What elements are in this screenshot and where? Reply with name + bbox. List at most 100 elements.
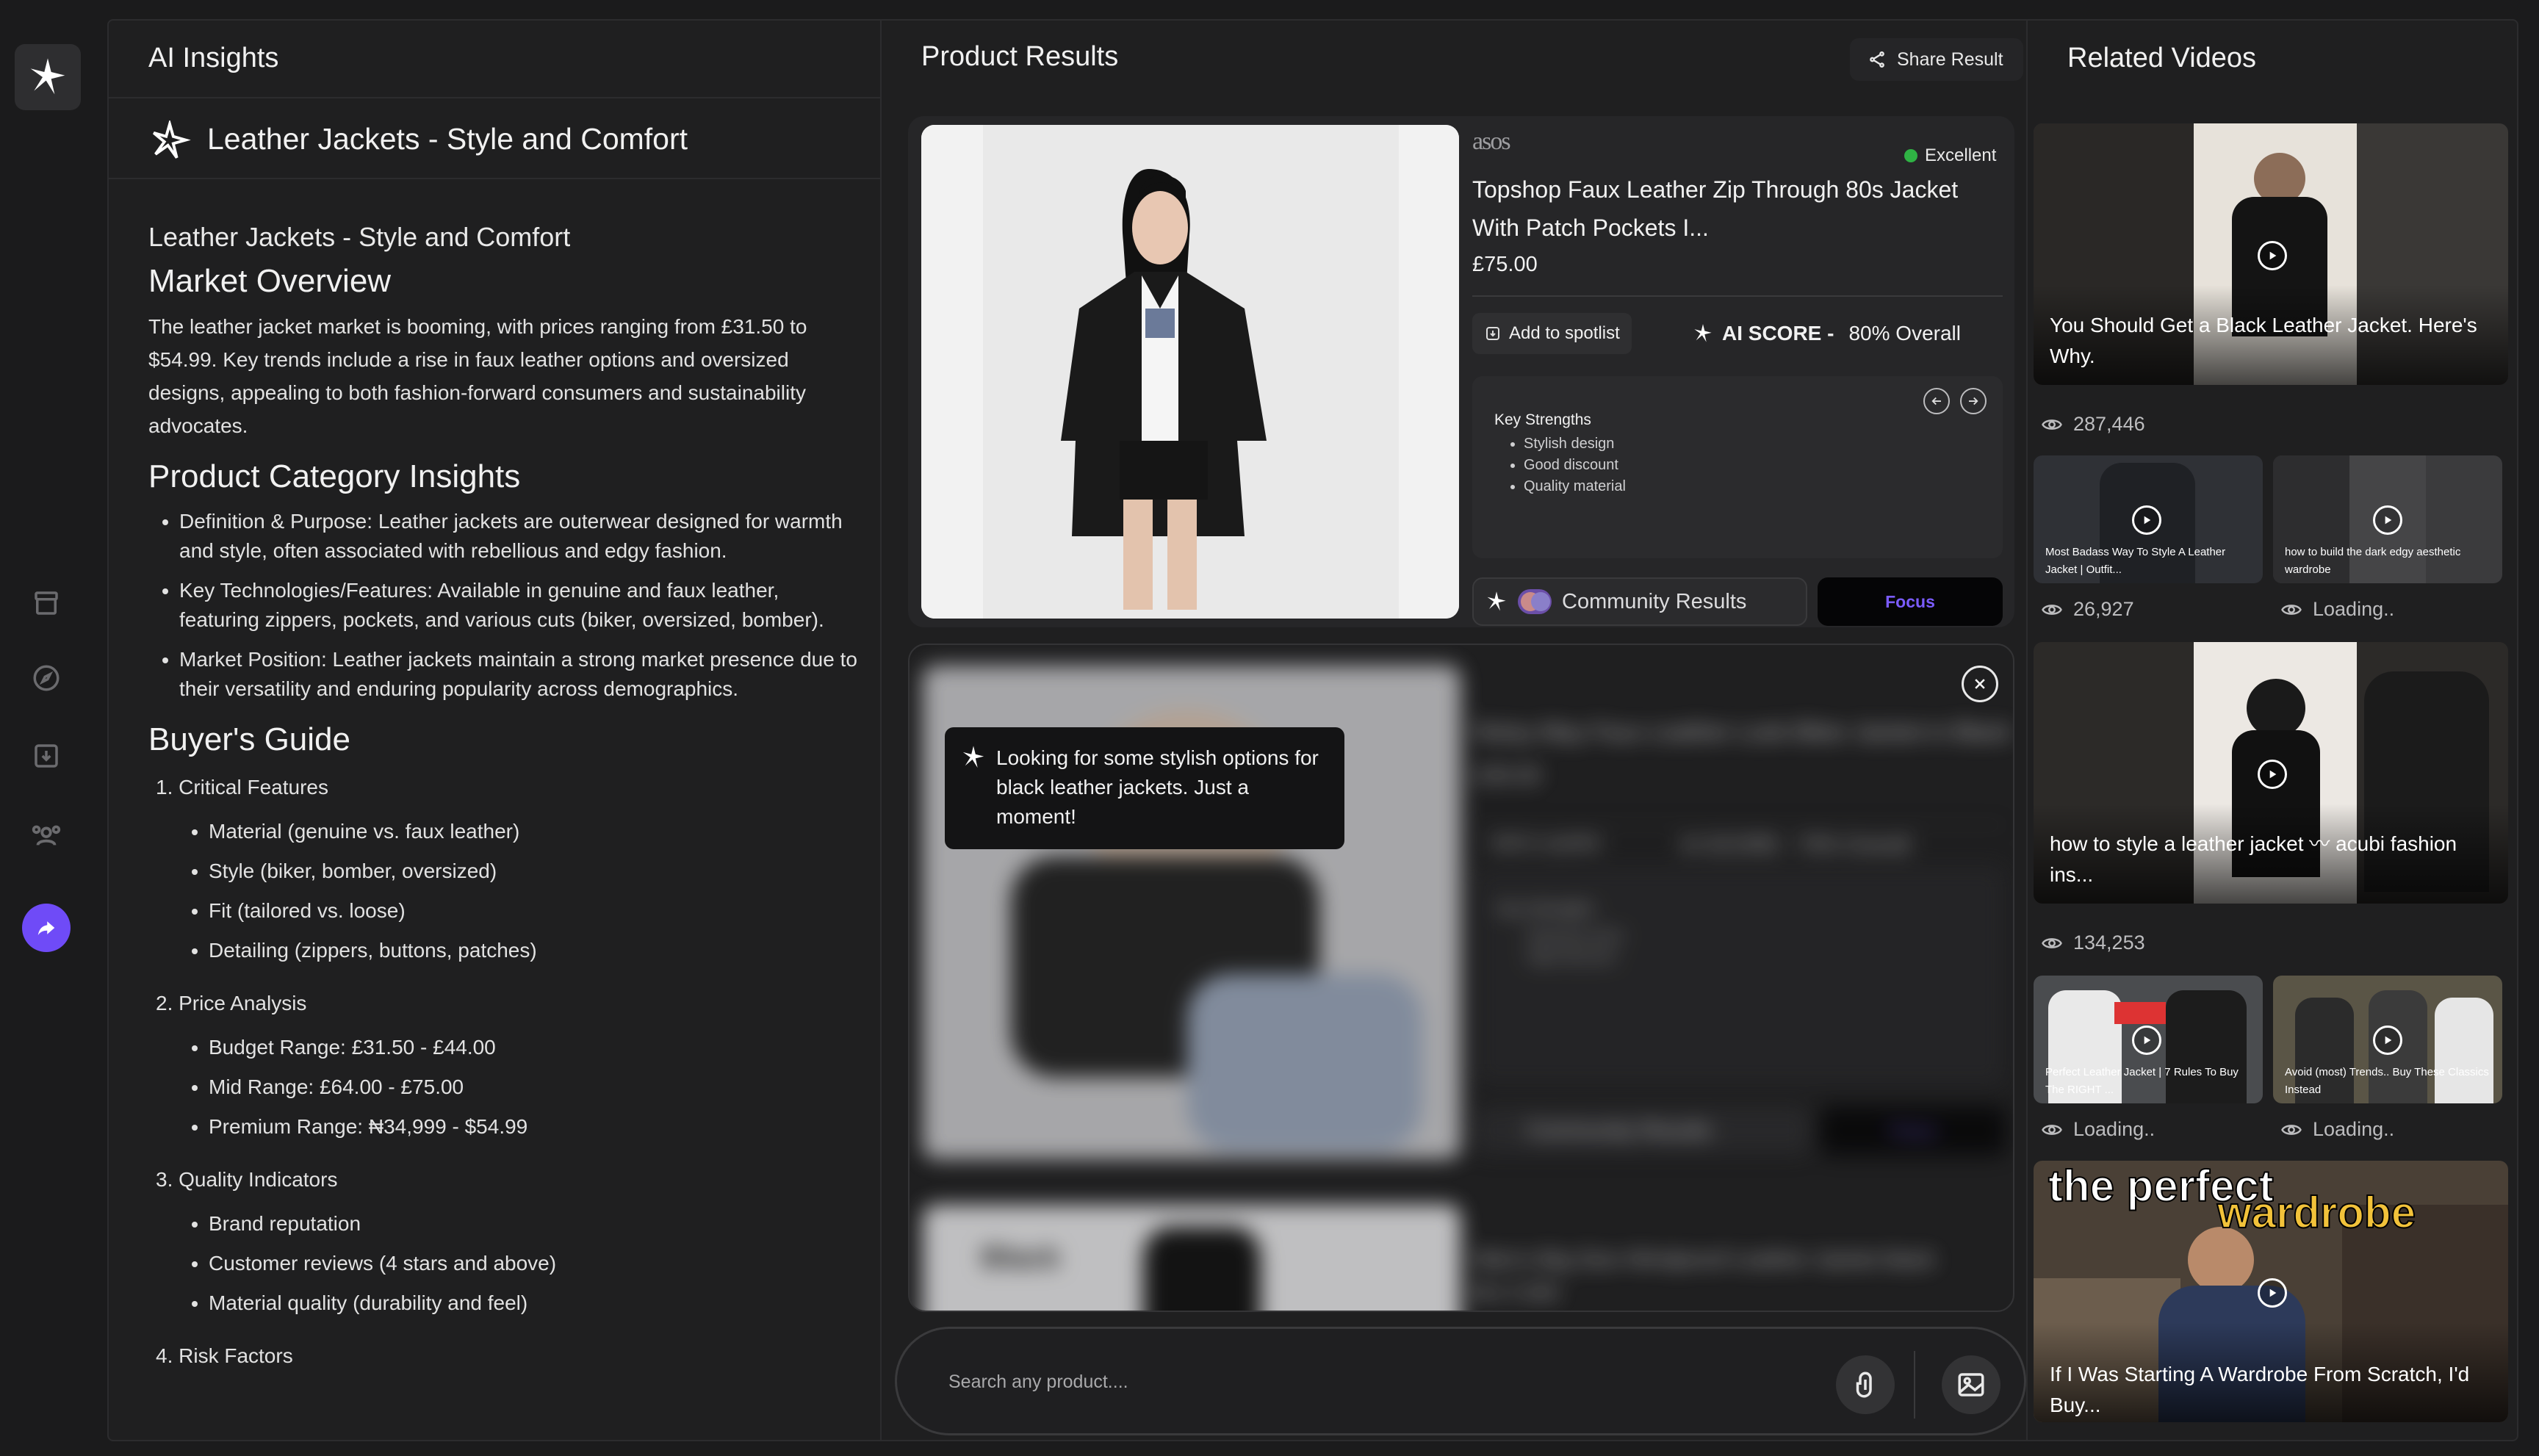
community-icon[interactable] [28, 817, 65, 854]
eye-icon [2042, 937, 2062, 948]
blurred-ai-score-value: 70% Overall [1797, 833, 1910, 856]
video-thumbnail[interactable]: how to build the dark edgy aesthetic war… [2273, 455, 2502, 583]
ai-score: AI SCORE - 80% Overall [1693, 322, 1961, 345]
item-label: Market Position: [179, 648, 327, 671]
category-insights-heading: Product Category Insights [148, 458, 521, 494]
view-count-text: Loading.. [2313, 598, 2395, 620]
loading-results-region: Noisy May Faux Leather Look Biker Jacket… [908, 644, 2014, 1312]
play-icon[interactable] [2132, 1026, 2161, 1055]
divider [1472, 295, 2003, 297]
video-thumbnail[interactable]: how to style a leather jacket 〰 acubi fa… [2034, 642, 2508, 904]
blurred-community-results: Community Results [1475, 1106, 1810, 1155]
blurred-product-price: £35.00 [1475, 764, 1541, 788]
next-arrow-icon[interactable] [1960, 388, 1987, 414]
blurred-strengths-box: Key Strengths Attractive price High disc… [1475, 865, 2006, 1086]
strength-item: Quality material [1524, 476, 1626, 497]
video-title: If I Was Starting A Wardrobe From Scratc… [2050, 1363, 2470, 1416]
category-list: Definition & Purpose: Leather jackets ar… [148, 507, 861, 704]
play-icon[interactable] [2258, 760, 2287, 789]
blurred-strength-item: Attractive price [1527, 928, 1624, 944]
list-item: Market Position: Leather jackets maintai… [179, 645, 861, 704]
search-bar[interactable]: Search any product.... [895, 1327, 2026, 1435]
eye-icon [2042, 604, 2062, 615]
sparkle-icon [153, 120, 191, 159]
product-card[interactable]: asos Excellent Topshop Faux Leather Zip … [908, 116, 2014, 627]
product-image[interactable] [921, 125, 1459, 619]
video-thumbnail[interactable]: the perfect wardrobe If I Was Starting A… [2034, 1161, 2508, 1422]
attach-icon[interactable] [1836, 1355, 1895, 1414]
list-item: Style (biker, bomber, oversized) [209, 857, 861, 886]
video-title: Avoid (most) Trends.. Buy These Classics… [2285, 1066, 2489, 1096]
view-count-text: 26,927 [2073, 598, 2134, 620]
guide-section: 4. Risk Factors [148, 1341, 861, 1371]
close-icon[interactable] [1962, 666, 1998, 702]
loading-toast: Looking for some stylish options for bla… [945, 727, 1344, 849]
list-item: Premium Range: ₦34,999 - $54.99 [209, 1112, 861, 1142]
view-count-text: 287,446 [2073, 413, 2145, 435]
sparkle-icon [1694, 324, 1712, 342]
sparkle-logo-icon[interactable] [15, 44, 81, 110]
play-icon[interactable] [2258, 1278, 2287, 1308]
video-thumbnail[interactable]: You Should Get a Black Leather Jacket. H… [2034, 123, 2508, 385]
focus-button[interactable]: Focus [1818, 577, 2003, 626]
eye-icon [2281, 1124, 2302, 1135]
status-dot-icon [1904, 149, 1917, 162]
download-icon[interactable] [28, 738, 65, 774]
blurred-focus: Focus [1820, 1106, 2006, 1155]
prev-arrow-icon[interactable] [1923, 388, 1950, 414]
toast-text: Looking for some stylish options for bla… [996, 746, 1319, 828]
list-item: Material (genuine vs. faux leather) [209, 817, 861, 846]
left-rail [0, 0, 107, 1456]
view-count-text: Loading.. [2313, 1118, 2395, 1140]
play-icon[interactable] [2132, 505, 2161, 535]
blurred-product-image-2: Black [923, 1205, 1461, 1311]
share-icon[interactable] [22, 904, 71, 952]
image-upload-icon[interactable] [1942, 1355, 2000, 1414]
strength-item: Stylish design [1524, 433, 1626, 455]
video-thumbnail[interactable]: Perfect Leather Jacket | 7 Rules To Buy … [2034, 976, 2263, 1103]
video-title: Most Badass Way To Style A Leather Jacke… [2045, 546, 2226, 576]
guide-section: 1. Critical Features Material (genuine v… [148, 773, 861, 965]
community-results-button[interactable]: Community Results [1472, 577, 1807, 626]
video-thumbnail[interactable]: Avoid (most) Trends.. Buy These Classics… [2273, 976, 2502, 1103]
play-icon[interactable] [2373, 1026, 2402, 1055]
ai-insights-header: AI Insights [109, 21, 880, 98]
video-title: Perfect Leather Jacket | 7 Rules To Buy … [2045, 1066, 2239, 1096]
share-icon [1870, 51, 1884, 68]
play-icon[interactable] [2373, 505, 2402, 535]
market-overview-heading: Market Overview [148, 263, 392, 299]
view-count: 26,927 [2041, 598, 2134, 621]
blurred-strength-item: High discount [1527, 949, 1616, 965]
jacket-photo [921, 125, 1459, 619]
guide-section-title: 4. Risk Factors [156, 1344, 293, 1367]
add-to-spotlist-button[interactable]: Add to spotlist [1472, 313, 1632, 354]
search-input[interactable]: Search any product.... [948, 1372, 1128, 1393]
list-item: Brand reputation [209, 1209, 861, 1239]
list-item: Material quality (durability and feel) [209, 1289, 861, 1318]
product-name[interactable]: Topshop Faux Leather Zip Through 80s Jac… [1472, 170, 2001, 247]
related-videos-panel: Related Videos You Should Get a Black Le… [2028, 21, 2517, 1440]
share-result-label: Share Result [1897, 48, 2003, 70]
list-item: Fit (tailored vs. loose) [209, 896, 861, 926]
video-title: how to build the dark edgy aesthetic war… [2285, 546, 2461, 576]
video-thumbnail[interactable]: Most Badass Way To Style A Leather Jacke… [2034, 455, 2263, 583]
share-result-button[interactable]: Share Result [1850, 38, 2023, 81]
related-videos-title: Related Videos [2067, 43, 2257, 73]
list-item: Budget Range: £31.50 - £44.00 [209, 1033, 861, 1062]
blurred-strengths-title: Key Strengths [1497, 901, 1594, 918]
content-subheading: Leather Jackets - Style and Comfort [148, 222, 571, 252]
product-results-title: Product Results [921, 41, 1119, 72]
sparkle-icon [962, 746, 984, 768]
archive-icon[interactable] [28, 585, 65, 621]
play-icon[interactable] [2258, 241, 2287, 270]
blurred-product-name-2: Men's Big Size Windproof Leather Jacket … [1475, 1247, 1936, 1272]
insights-content: Leather Jackets - Style and Comfort Mark… [148, 204, 861, 1371]
compass-icon[interactable] [28, 660, 65, 696]
view-count: Loading.. [2041, 1118, 2155, 1141]
ai-score-value: 80% Overall [1848, 322, 1961, 345]
view-count: 134,253 [2041, 931, 2145, 954]
app-frame: AI Insights Leather Jackets - Style and … [107, 19, 2518, 1441]
view-count: Loading.. [2280, 598, 2394, 621]
topic-header: Leather Jackets - Style and Comfort [109, 98, 880, 179]
ai-insights-panel: AI Insights Leather Jackets - Style and … [109, 21, 880, 1440]
